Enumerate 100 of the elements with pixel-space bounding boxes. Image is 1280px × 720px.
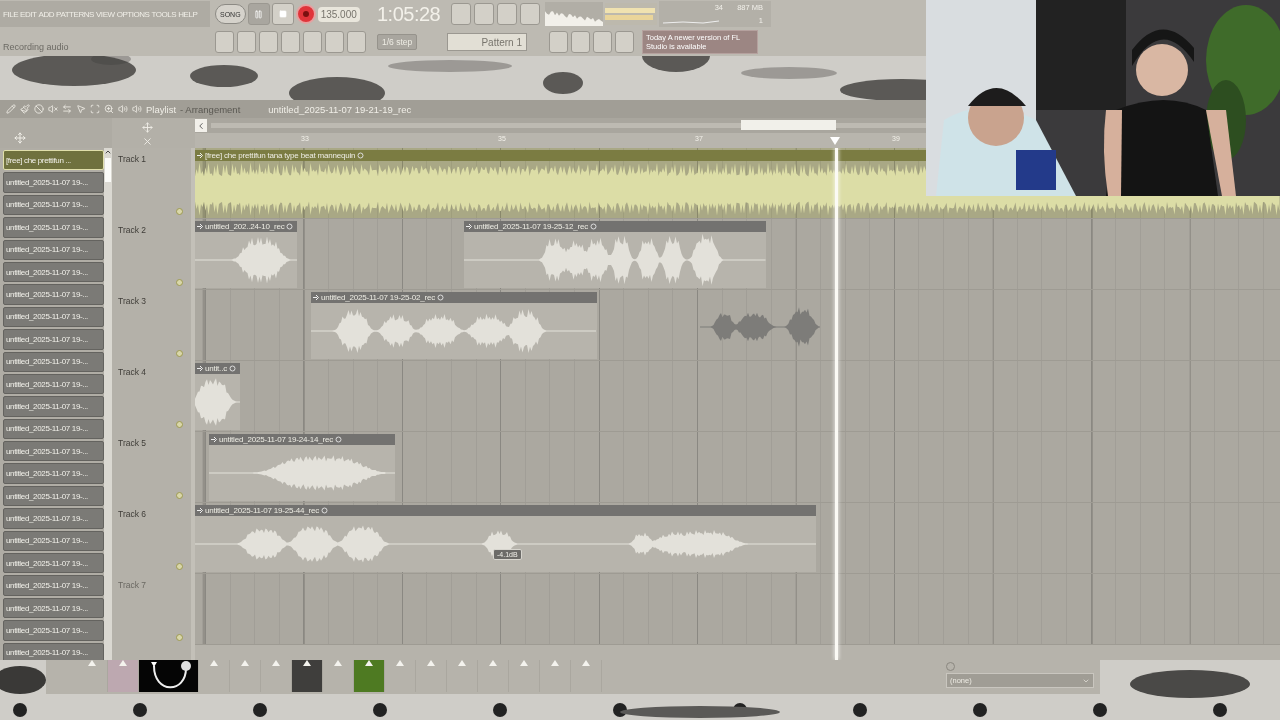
track-mute-dot[interactable] xyxy=(176,208,183,215)
toolbar-button[interactable] xyxy=(347,31,366,53)
mute-icon[interactable] xyxy=(48,104,58,114)
clip-picker-item[interactable]: untitled_2025-11-07 19-... xyxy=(3,373,104,395)
toolbar-button[interactable] xyxy=(281,31,300,53)
clip-picker-item[interactable]: untitled_2025-11-07 19-... xyxy=(3,530,104,552)
toolbar-button[interactable] xyxy=(474,3,494,25)
toolbar-button[interactable] xyxy=(325,31,344,53)
speaker-icon[interactable] xyxy=(118,104,128,114)
toolbar-button[interactable] xyxy=(571,31,590,53)
toolbar-button[interactable] xyxy=(259,31,278,53)
clip-picker-item[interactable]: untitled_2025-11-07 19-... xyxy=(3,485,104,507)
clip-picker-item[interactable]: untitled_2025-11-07 19-... xyxy=(3,553,104,574)
toolbar-button[interactable] xyxy=(215,31,234,53)
track-header[interactable]: Track 5 xyxy=(112,432,191,503)
toolbar-button[interactable] xyxy=(520,3,540,25)
brush-icon[interactable] xyxy=(20,104,30,114)
menu-item[interactable]: FILE xyxy=(3,9,19,19)
toolbar-button[interactable] xyxy=(549,31,568,53)
menu-item[interactable]: ADD xyxy=(38,9,55,19)
move-icon[interactable] xyxy=(142,122,153,133)
clip-picker-item[interactable]: untitled_2025-11-07 19-... xyxy=(3,508,104,529)
menu-item[interactable]: HELP xyxy=(178,9,198,19)
clip-picker-item[interactable]: untitled_2025-11-07 19-... xyxy=(3,261,104,283)
loop-icon xyxy=(228,365,236,372)
move-icon[interactable] xyxy=(14,132,26,144)
track-header[interactable]: Track 7 xyxy=(112,574,191,645)
up-icon xyxy=(104,148,112,156)
clip-picker-item[interactable]: untitled_2025-11-07 19-... xyxy=(3,172,104,193)
track-header[interactable]: Track 6 xyxy=(112,503,191,574)
clip-picker-item[interactable]: untitled_2025-11-07 19-... xyxy=(3,463,104,484)
audio-clip[interactable]: untitled_2025-11-07 19-25-12_rec xyxy=(464,221,766,288)
back-button[interactable] xyxy=(195,119,207,132)
record-button[interactable] xyxy=(295,4,316,24)
audio-clip[interactable]: untit..c xyxy=(195,363,240,430)
track-name: Track 1 xyxy=(118,154,147,164)
clip-picker-item[interactable]: untitled_2025-11-07 19-... xyxy=(3,217,104,238)
track-name: Track 5 xyxy=(118,438,147,448)
triangle-icon xyxy=(272,660,280,666)
clip-picker-item[interactable]: untitled_2025-11-07 19-... xyxy=(3,306,104,328)
arrows-icon[interactable] xyxy=(62,104,72,114)
mixer-slot[interactable] xyxy=(139,660,199,692)
toolbar-button[interactable] xyxy=(451,3,471,25)
loop-icon xyxy=(437,294,444,301)
track-header[interactable]: Track 3 xyxy=(112,290,191,361)
track-mute-dot[interactable] xyxy=(176,279,183,286)
pause-button[interactable] xyxy=(247,3,270,25)
clip-picker-item[interactable]: untitled_2025-11-07 19-... xyxy=(3,351,104,372)
speaker-icon[interactable] xyxy=(132,104,142,114)
tempo-field[interactable]: 135.000 xyxy=(317,6,360,22)
zoom-icon[interactable] xyxy=(104,104,114,114)
toolbar-button[interactable] xyxy=(237,31,256,53)
toolbar-button[interactable] xyxy=(497,3,517,25)
mixer-slot[interactable] xyxy=(292,660,323,692)
clip-picker-item[interactable]: untitled_2025-11-07 19-... xyxy=(3,329,104,350)
playhead-marker[interactable] xyxy=(830,137,840,145)
scroll-thumb[interactable] xyxy=(741,120,836,130)
scroll-thumb[interactable] xyxy=(105,158,111,182)
pencil-icon[interactable] xyxy=(6,104,16,114)
ban-icon[interactable] xyxy=(34,104,44,114)
select-icon[interactable] xyxy=(90,104,100,114)
track-mute-dot[interactable] xyxy=(176,492,183,499)
track-header[interactable]: Track 4 xyxy=(112,361,191,432)
pointer-icon[interactable] xyxy=(76,104,86,114)
menu-item[interactable]: PATTERNS xyxy=(56,9,94,19)
track-mute-dot[interactable] xyxy=(176,421,183,428)
stop-icon xyxy=(278,10,287,18)
audio-clip[interactable]: untitled_2025-11-07 19-25-02_rec xyxy=(311,292,597,359)
track-mute-dot[interactable] xyxy=(176,350,183,357)
clip-picker-item[interactable]: untitled_2025-11-07 19-... xyxy=(3,620,104,641)
menu-item[interactable]: VIEW xyxy=(96,9,115,19)
menu-item[interactable]: OPTIONS xyxy=(116,9,150,19)
menu-item[interactable]: TOOLS xyxy=(151,9,177,19)
clip-picker-item[interactable]: untitled_2025-11-07 19-... xyxy=(3,597,104,619)
toolbar-button[interactable] xyxy=(615,31,634,53)
clip-picker-item[interactable]: untitled_2025-11-07 19-... xyxy=(3,194,104,216)
audio-clip[interactable]: untitled_2025-11-07 19-24-14_rec xyxy=(209,434,395,501)
clip-picker-item[interactable]: untitled_2025-11-07 19-... xyxy=(3,396,104,417)
pattern-selector[interactable]: Pattern 1 xyxy=(447,33,527,51)
track-mute-dot[interactable] xyxy=(176,634,183,641)
clip-picker-item[interactable]: untitled_2025-11-07 19-... xyxy=(3,284,104,305)
audio-clip[interactable]: untitled_202..24-10_rec xyxy=(195,221,297,288)
snap-selector[interactable]: 1/6 step xyxy=(377,34,418,50)
toolbar-button[interactable] xyxy=(593,31,612,53)
clip-picker-item[interactable]: [free] che prettifun ... xyxy=(3,150,104,171)
arrow-icon xyxy=(211,436,217,443)
clip-picker-item[interactable]: untitled_2025-11-07 19-... xyxy=(3,642,104,660)
clip-picker-item[interactable]: untitled_2025-11-07 19-... xyxy=(3,239,104,260)
scrollbar[interactable] xyxy=(104,148,112,660)
close-icon[interactable] xyxy=(142,136,153,147)
clip-picker-item[interactable]: untitled_2025-11-07 19-... xyxy=(3,575,104,596)
stop-button[interactable] xyxy=(271,3,294,25)
clip-picker-item[interactable]: untitled_2025-11-07 19-... xyxy=(3,441,104,462)
record-icon xyxy=(302,11,309,17)
track-mute-dot[interactable] xyxy=(176,563,183,570)
track-header[interactable]: Track 1 xyxy=(112,148,191,219)
menu-item[interactable]: EDIT xyxy=(20,9,37,19)
track-header[interactable]: Track 2 xyxy=(112,219,191,290)
clip-picker-item[interactable]: untitled_2025-11-07 19-... xyxy=(3,418,104,440)
toolbar-button[interactable] xyxy=(303,31,322,53)
